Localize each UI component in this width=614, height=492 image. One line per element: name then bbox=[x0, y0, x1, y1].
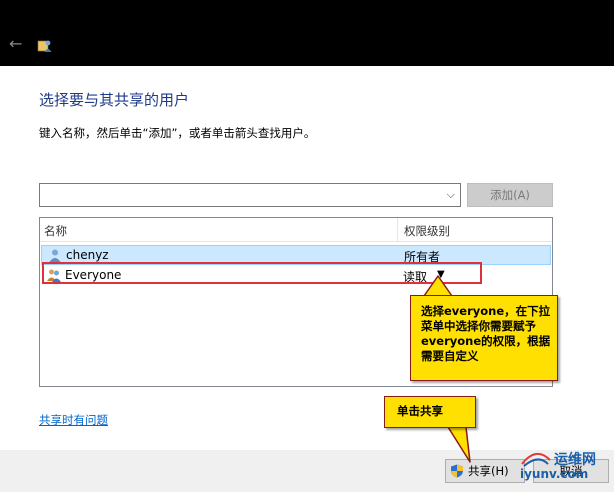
title-bar: ← bbox=[0, 0, 614, 66]
page-title: 选择要与其共享的用户 bbox=[39, 91, 190, 109]
add-button[interactable]: 添加(A) bbox=[467, 183, 553, 207]
column-divider[interactable] bbox=[397, 218, 398, 242]
watermark-url: iyunv.com bbox=[520, 467, 589, 481]
watermark-swirl-icon bbox=[521, 453, 551, 467]
back-arrow-icon[interactable]: ← bbox=[9, 36, 22, 52]
column-header-name[interactable]: 名称 bbox=[44, 223, 67, 239]
file-sharing-icon bbox=[37, 40, 52, 52]
callout-permission-note: 选择everyone，在下拉菜单中选择你需要赋予everyone的权限，根据需要… bbox=[410, 295, 558, 381]
uac-shield-icon bbox=[451, 464, 463, 478]
watermark-title: 运维网 bbox=[554, 452, 596, 468]
user-icon bbox=[49, 249, 61, 262]
sharing-help-link[interactable]: 共享时有问题 bbox=[39, 412, 108, 428]
user-name-combobox[interactable]: ⌵ bbox=[39, 183, 461, 207]
chevron-down-icon[interactable]: ⌵ bbox=[447, 188, 455, 202]
list-header: 名称 权限级别 bbox=[40, 218, 552, 242]
instruction-text: 键入名称，然后单击“添加”，或者单击箭头查找用户。 bbox=[39, 126, 316, 140]
column-header-permission[interactable]: 权限级别 bbox=[404, 223, 450, 239]
callout-share-note: 单击共享 bbox=[384, 396, 476, 428]
share-button-label: 共享(H) bbox=[468, 464, 509, 478]
user-name: chenyz bbox=[66, 248, 109, 262]
site-watermark: 运维网 iyunv.com bbox=[512, 447, 612, 492]
dialog-content: 选择要与其共享的用户 键入名称，然后单击“添加”，或者单击箭头查找用户。 ⌵ 添… bbox=[0, 66, 614, 450]
everyone-highlight-box bbox=[42, 262, 482, 284]
